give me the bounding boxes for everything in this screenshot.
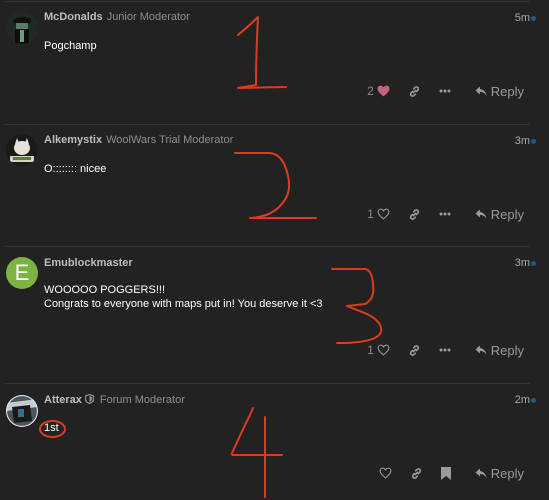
post-timestamp[interactable]: 2m xyxy=(515,394,530,406)
post-body-line: O:::::::: nicee xyxy=(44,163,107,175)
ellipsis-icon xyxy=(439,89,451,93)
post-timestamp[interactable]: 3m xyxy=(515,257,530,269)
link-icon xyxy=(408,85,421,98)
like-button[interactable] xyxy=(379,467,392,479)
username[interactable]: McDonalds xyxy=(44,11,103,23)
like-button[interactable]: 1 xyxy=(367,343,390,357)
post-actions: 2 Reply xyxy=(367,81,524,101)
annotation-number-2 xyxy=(234,152,317,219)
like-button[interactable]: 1 xyxy=(367,207,390,221)
heart-outline-icon xyxy=(379,467,392,479)
unread-indicator xyxy=(531,139,536,144)
heart-outline-icon xyxy=(377,208,390,220)
avatar-atterax[interactable] xyxy=(6,395,38,427)
post-divider xyxy=(5,383,530,384)
post-body-line: Pogchamp xyxy=(44,40,97,52)
user-title: Forum Moderator xyxy=(99,394,185,406)
user-title: Junior Moderator xyxy=(106,11,190,23)
unread-indicator xyxy=(531,398,536,403)
copy-link-button[interactable] xyxy=(410,467,423,480)
post-body: O:::::::: nicee xyxy=(44,162,106,176)
reply-button[interactable]: Reply xyxy=(475,466,524,481)
ellipsis-icon xyxy=(439,212,451,216)
more-actions-button[interactable] xyxy=(439,348,451,352)
reply-button[interactable]: Reply xyxy=(475,343,524,358)
more-actions-button[interactable] xyxy=(439,89,451,93)
username[interactable]: Alkemystix xyxy=(44,134,102,146)
more-actions-button[interactable] xyxy=(439,212,451,216)
post-divider xyxy=(5,246,530,247)
reply-arrow-icon xyxy=(475,345,487,356)
like-count: 1 xyxy=(367,343,374,357)
ellipsis-icon xyxy=(439,348,451,352)
user-title: WoolWars Trial Moderator xyxy=(106,134,234,146)
like-count: 2 xyxy=(367,84,374,98)
link-icon xyxy=(408,344,421,357)
reply-arrow-icon xyxy=(475,468,487,479)
post-body: WOOOOO POGGERS!!! Congrats to everyone w… xyxy=(44,283,323,311)
annotation-number-3 xyxy=(331,268,383,344)
post-timestamp[interactable]: 5m xyxy=(515,12,530,24)
annotation-number-4 xyxy=(230,407,283,498)
copy-link-button[interactable] xyxy=(408,85,421,98)
link-icon xyxy=(410,467,423,480)
reply-arrow-icon xyxy=(475,86,487,97)
post-divider xyxy=(5,1,530,2)
post-body: Pogchamp xyxy=(44,39,97,53)
reply-button[interactable]: Reply xyxy=(475,84,524,99)
post-body: 1st xyxy=(44,421,59,435)
heart-outline-icon xyxy=(377,344,390,356)
post-divider xyxy=(5,124,530,125)
post-body-line: Congrats to everyone with maps put in! Y… xyxy=(44,298,323,310)
post-body-line: 1st xyxy=(44,422,59,434)
reply-arrow-icon xyxy=(475,209,487,220)
unread-indicator xyxy=(531,16,536,21)
link-icon xyxy=(408,208,421,221)
username[interactable]: Atterax xyxy=(44,394,82,406)
reply-label: Reply xyxy=(490,206,524,222)
avatar-letter: E xyxy=(14,260,30,285)
bookmark-icon xyxy=(440,466,451,480)
avatar-alkemystix[interactable] xyxy=(6,134,38,166)
like-button[interactable]: 2 xyxy=(367,84,390,98)
reply-button[interactable]: Reply xyxy=(475,207,524,222)
annotation-number-1 xyxy=(237,16,287,89)
moderator-shield-icon xyxy=(84,393,95,405)
heart-filled-icon xyxy=(377,85,390,97)
reply-label: Reply xyxy=(490,465,524,481)
like-count: 1 xyxy=(367,207,374,221)
post-actions: Reply xyxy=(379,463,524,483)
unread-indicator xyxy=(531,261,536,266)
copy-link-button[interactable] xyxy=(408,344,421,357)
post-timestamp[interactable]: 3m xyxy=(515,135,530,147)
username[interactable]: Emublockmaster xyxy=(44,257,133,269)
reply-label: Reply xyxy=(490,342,524,358)
post-body-line: WOOOOO POGGERS!!! xyxy=(44,284,166,296)
reply-label: Reply xyxy=(490,83,524,99)
bookmark-button[interactable] xyxy=(440,466,451,480)
avatar-mcdonalds[interactable] xyxy=(6,12,38,44)
post-actions: 1 Reply xyxy=(367,204,524,224)
post-actions: 1 Reply xyxy=(367,340,524,360)
avatar-emublockmaster[interactable]: E xyxy=(6,257,38,289)
copy-link-button[interactable] xyxy=(408,208,421,221)
